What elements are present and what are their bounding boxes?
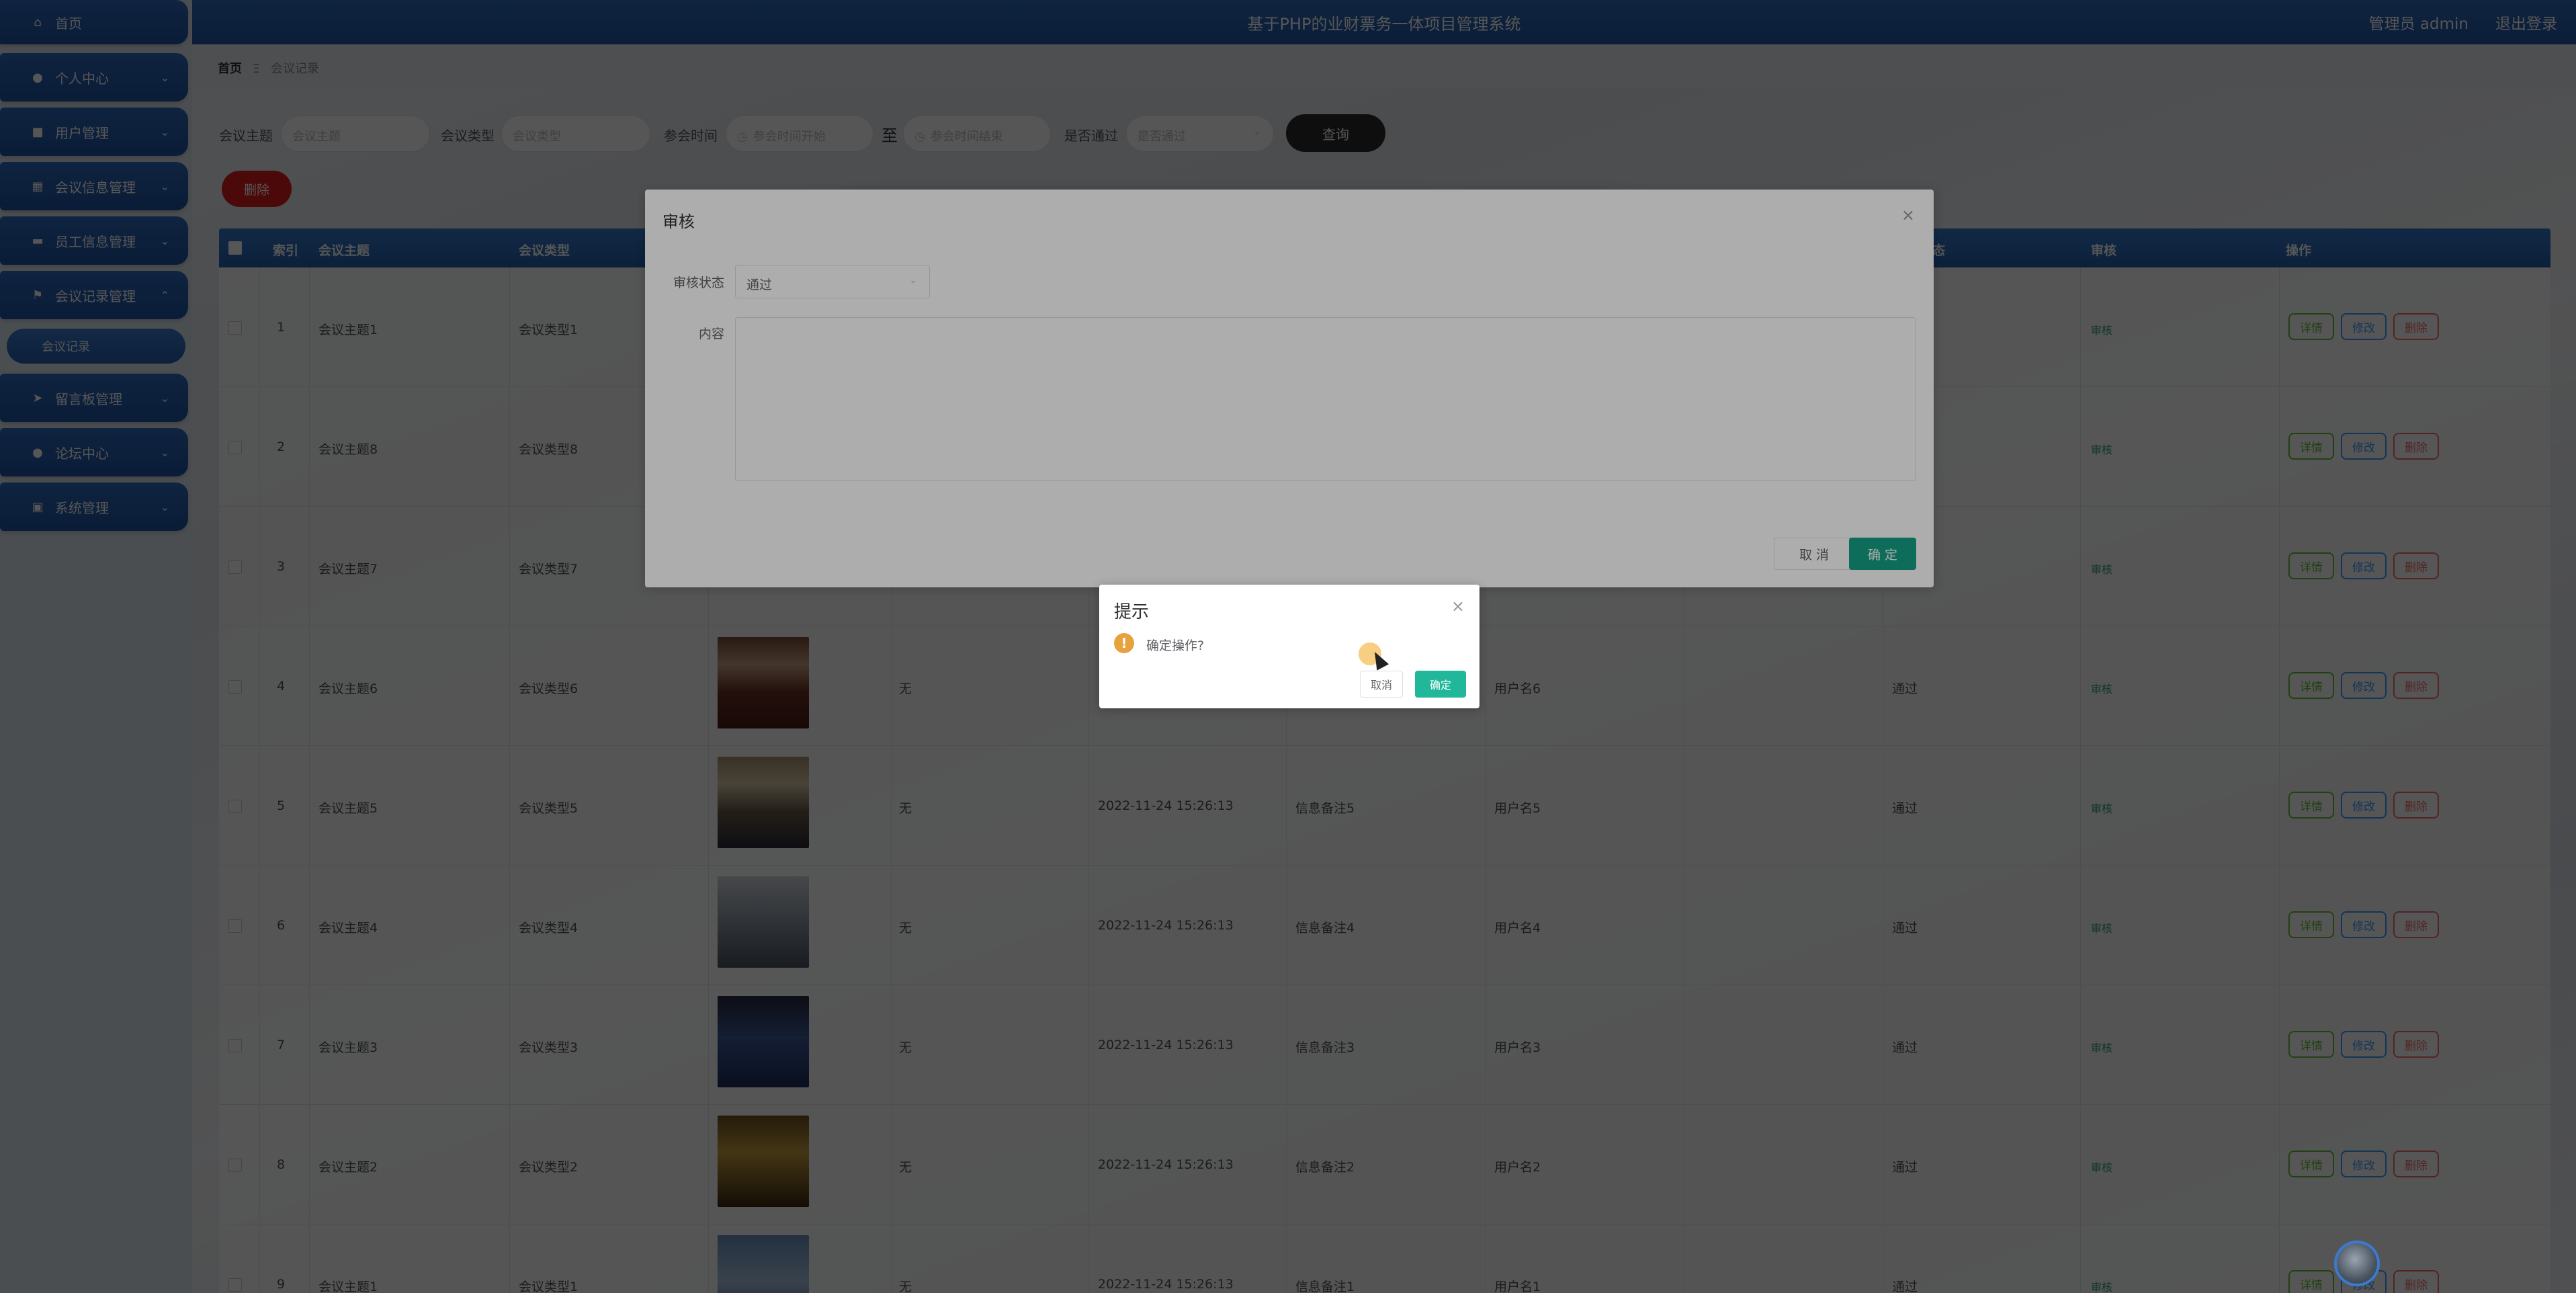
- warning-icon: !: [1114, 633, 1134, 653]
- floating-avatar[interactable]: [2334, 1241, 2380, 1286]
- close-icon[interactable]: ×: [1451, 597, 1465, 616]
- confirm-title: 提示: [1114, 602, 1150, 622]
- confirm-cancel-button[interactable]: 取消: [1360, 671, 1403, 698]
- confirm-message: 确定操作?: [1146, 638, 1205, 653]
- confirm-dialog: 提示 × ! 确定操作? 取消 确定: [1099, 585, 1479, 708]
- confirm-ok-button[interactable]: 确定: [1415, 671, 1466, 698]
